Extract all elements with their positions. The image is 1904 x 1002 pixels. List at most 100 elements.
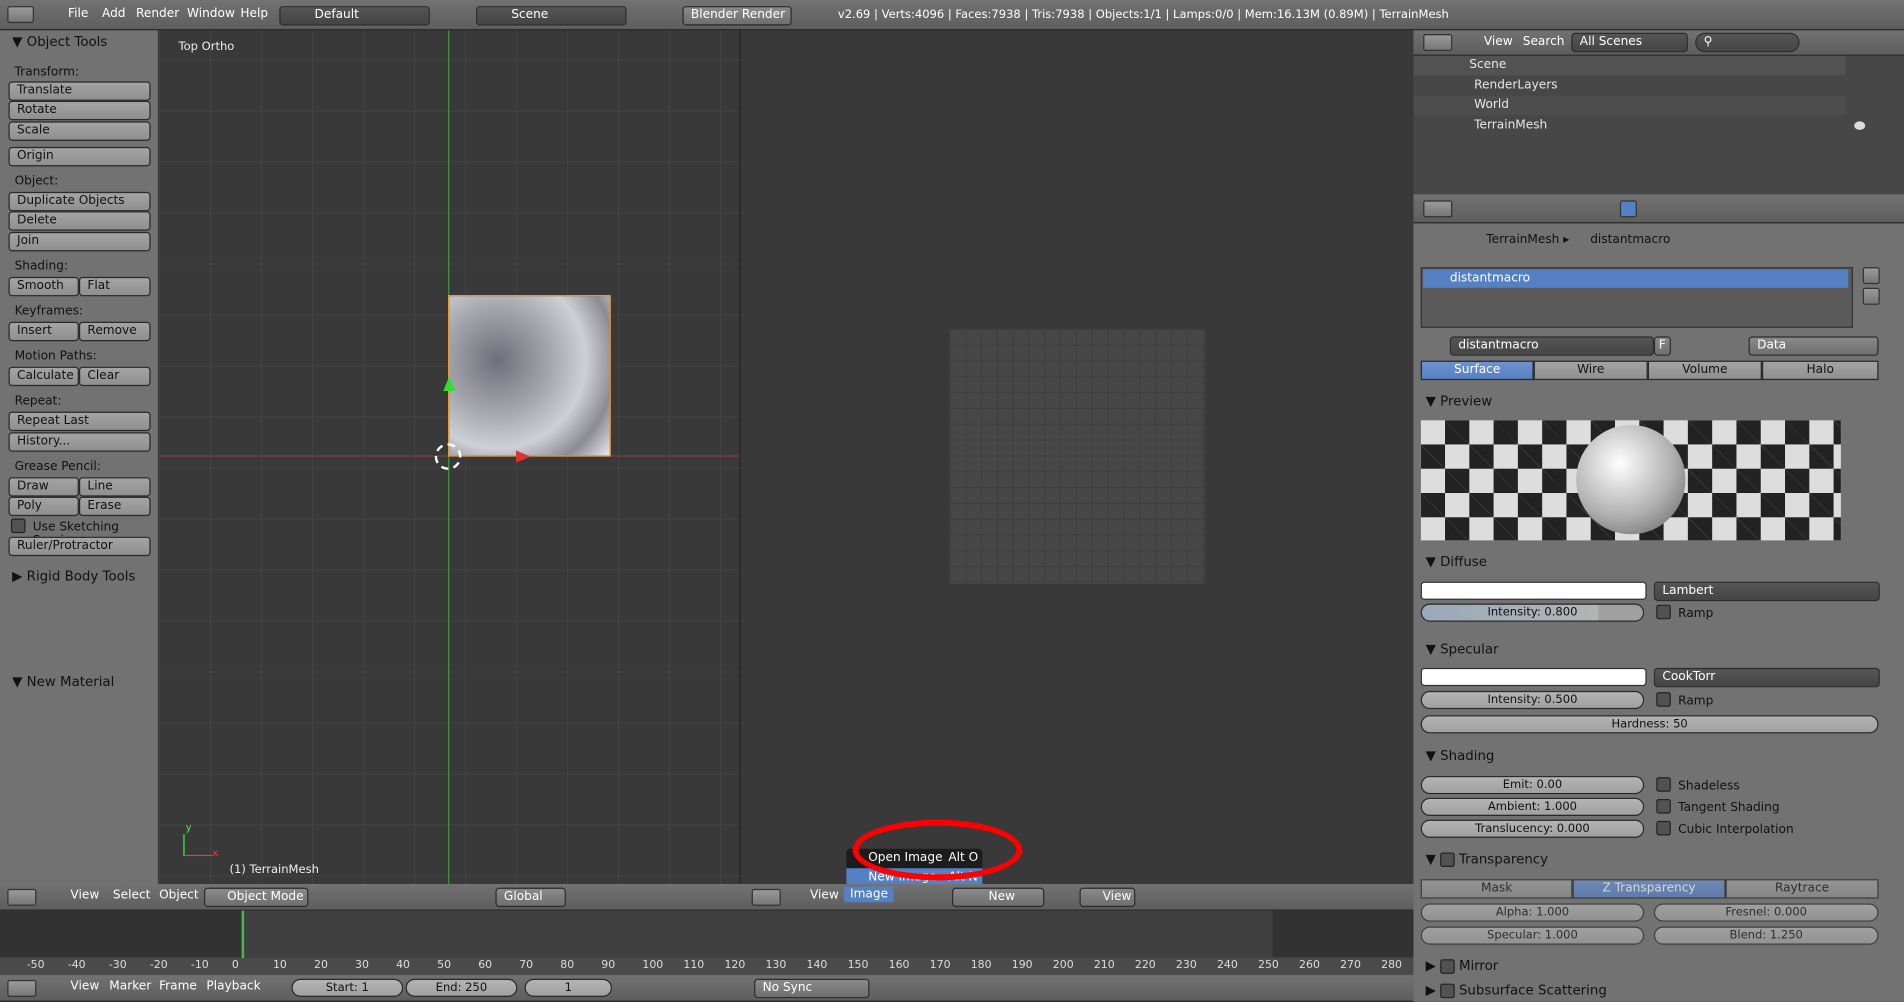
image-menu[interactable]: Image <box>843 886 895 903</box>
sketching-checkbox[interactable] <box>10 518 26 534</box>
outliner-row-terrainmesh[interactable]: TerrainMesh <box>1413 117 1904 136</box>
select-menu[interactable]: Select <box>113 889 150 902</box>
diffuse-ramp-checkbox[interactable] <box>1656 604 1671 620</box>
transparency-header[interactable]: ▼ Transparency <box>1426 851 1548 868</box>
material-slot-row[interactable]: distantmacro <box>1423 269 1849 288</box>
viewport-editor-icon[interactable] <box>7 888 37 906</box>
origin-button[interactable]: Origin <box>8 146 151 167</box>
delete-button[interactable]: Delete <box>8 211 151 231</box>
shading-header[interactable]: ▼ Shading <box>1426 748 1495 764</box>
terrain-mesh[interactable] <box>448 295 611 457</box>
clear-button[interactable]: Clear <box>78 366 151 387</box>
tab-halo[interactable]: Halo <box>1761 360 1879 381</box>
outliner-row-renderlayers[interactable]: RenderLayers <box>1413 77 1845 96</box>
outliner-search-input[interactable]: ⚲ <box>1695 32 1800 53</box>
scale-button[interactable]: Scale <box>8 121 151 141</box>
start-frame-field[interactable]: Start: 1 <box>291 978 404 997</box>
outliner-row-world[interactable]: World <box>1413 95 1846 116</box>
specular-ramp-checkbox[interactable] <box>1656 692 1671 707</box>
data-selector[interactable]: Data <box>1748 336 1879 356</box>
tab-mask[interactable]: Mask <box>1420 879 1573 899</box>
cubic-interpolation-checkbox[interactable] <box>1656 820 1671 836</box>
alpha-field[interactable]: Alpha: 1.000 <box>1420 903 1645 922</box>
transparency-checkbox[interactable] <box>1440 852 1455 868</box>
mirror-checkbox[interactable] <box>1440 959 1455 974</box>
flat-button[interactable]: Flat <box>78 276 151 297</box>
outliner-view-menu[interactable]: View <box>1484 35 1513 48</box>
timeline-playback-menu[interactable]: Playback <box>206 980 260 993</box>
orientation-selector[interactable]: Global <box>495 887 566 908</box>
diffuse-header[interactable]: ▼ Diffuse <box>1426 554 1487 570</box>
new-material-header[interactable]: ▼ New Material <box>12 674 114 690</box>
blend-field[interactable]: Blend: 1.250 <box>1653 926 1879 945</box>
breadcrumb-object[interactable]: TerrainMesh <box>1486 233 1559 246</box>
fresnel-field[interactable]: Fresnel: 0.000 <box>1653 903 1879 922</box>
outliner-editor-icon[interactable] <box>1423 34 1453 52</box>
draw-button[interactable]: Draw <box>8 477 79 497</box>
render-engine-selector[interactable]: Blender Render <box>682 6 792 26</box>
timeline-marker-menu[interactable]: Marker <box>109 980 151 993</box>
duplicate-objects-button[interactable]: Duplicate Objects <box>8 191 151 212</box>
timeline-view-menu[interactable]: View <box>70 980 99 993</box>
menu-file[interactable]: File <box>68 7 88 20</box>
tab-surface[interactable]: Surface <box>1420 360 1534 381</box>
ruler-button[interactable]: Ruler/Protractor <box>8 536 151 557</box>
material-tab-icon[interactable] <box>1619 200 1637 218</box>
menu-help[interactable]: Help <box>240 7 268 20</box>
layout-selector[interactable]: Default <box>279 6 430 26</box>
mirror-header[interactable]: ▶ Mirror <box>1426 958 1498 974</box>
tab-volume[interactable]: Volume <box>1647 360 1762 381</box>
rigid-body-header[interactable]: ▶ Rigid Body Tools <box>12 568 135 584</box>
specular-color[interactable] <box>1420 667 1647 687</box>
preview-header[interactable]: ▼ Preview <box>1426 393 1493 409</box>
current-frame-field[interactable]: 1 <box>524 978 613 997</box>
history-button[interactable]: History... <box>8 432 151 452</box>
material-name-field[interactable]: distantmacro <box>1449 336 1654 356</box>
image-view-menu[interactable]: View <box>810 889 839 902</box>
sync-selector[interactable]: No Sync <box>754 978 870 999</box>
diffuse-intensity-slider[interactable]: Intensity: 0.800 <box>1420 603 1645 622</box>
outliner-search-menu[interactable]: Search <box>1523 35 1565 48</box>
specular-header[interactable]: ▼ Specular <box>1426 641 1499 657</box>
emit-field[interactable]: Emit: 0.00 <box>1420 775 1645 795</box>
sss-checkbox[interactable] <box>1440 983 1455 999</box>
outliner-filter-selector[interactable]: All Scenes <box>1571 32 1688 53</box>
hardness-field[interactable]: Hardness: 50 <box>1420 715 1879 734</box>
3d-cursor-icon[interactable] <box>434 443 462 470</box>
repeat-last-button[interactable]: Repeat Last <box>8 411 151 432</box>
diffuse-shader-selector[interactable]: Lambert <box>1653 581 1880 602</box>
fake-user-button[interactable]: F <box>1653 336 1671 356</box>
editor-type-icon[interactable] <box>7 6 35 24</box>
rotate-button[interactable]: Rotate <box>8 100 151 121</box>
3d-viewport[interactable]: Top Ortho y x (1) TerrainMesh <box>159 30 740 885</box>
end-frame-field[interactable]: End: 250 <box>405 978 518 997</box>
poly-button[interactable]: Poly <box>8 496 79 517</box>
scene-selector[interactable]: Scene <box>476 6 627 26</box>
add-slot-icon[interactable] <box>1862 267 1880 285</box>
tab-raytrace[interactable]: Raytrace <box>1725 879 1879 899</box>
menu-render[interactable]: Render <box>136 7 179 20</box>
timeline-frame-menu[interactable]: Frame <box>159 980 197 993</box>
transparency-specular-field[interactable]: Specular: 1.000 <box>1420 926 1645 945</box>
specular-intensity-slider[interactable]: Intensity: 0.500 <box>1420 690 1645 710</box>
remove-keyframe-button[interactable]: Remove <box>78 321 151 342</box>
join-button[interactable]: Join <box>8 231 151 252</box>
timeline[interactable]: -50 -40 -30 -20 -10 0 10 20 30 40 50 60 70 80 90 100 110… <box>0 910 1414 976</box>
new-image-button[interactable]: New <box>952 887 1045 908</box>
image-editor[interactable]: Open Image Alt O New Image Alt N <box>739 30 1414 888</box>
image-view-selector[interactable]: View <box>1079 887 1136 908</box>
timeline-editor-icon[interactable] <box>7 979 37 997</box>
image-editor-icon[interactable] <box>751 888 781 906</box>
sss-header[interactable]: ▶ Subsurface Scattering <box>1426 982 1607 999</box>
insert-keyframe-button[interactable]: Insert <box>8 321 79 342</box>
line-button[interactable]: Line <box>78 477 151 497</box>
current-frame-marker[interactable] <box>241 910 245 960</box>
diffuse-color[interactable] <box>1420 581 1647 600</box>
tangent-shading-checkbox[interactable] <box>1656 799 1671 814</box>
tab-z-transparency[interactable]: Z Transparency <box>1572 879 1726 899</box>
translucency-field[interactable]: Translucency: 0.000 <box>1420 819 1645 838</box>
object-menu[interactable]: Object <box>159 889 199 902</box>
mode-selector[interactable]: Object Mode <box>204 887 309 908</box>
menu-add[interactable]: Add <box>102 7 126 20</box>
specular-shader-selector[interactable]: CookTorr <box>1653 667 1880 688</box>
